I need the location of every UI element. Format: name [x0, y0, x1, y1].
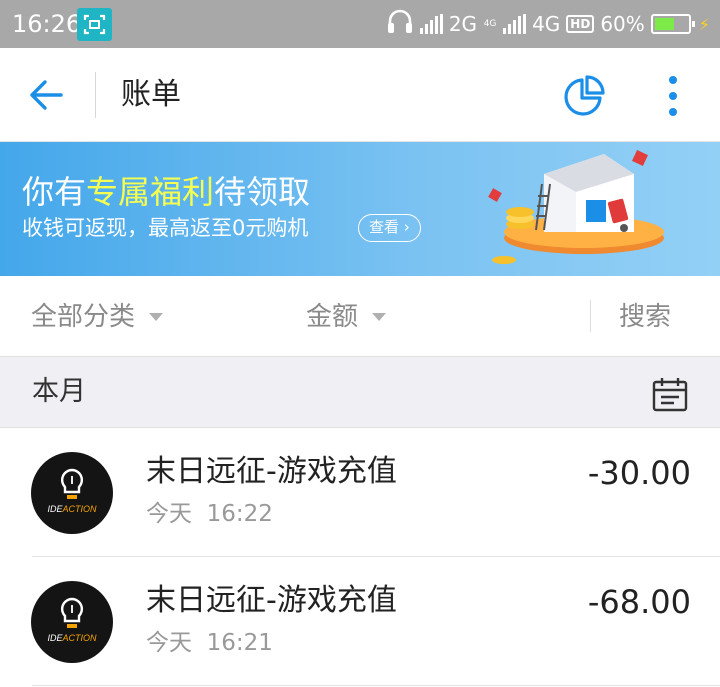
network-2g: 2G: [448, 12, 478, 36]
status-time: 16:26: [12, 10, 82, 38]
battery-icon: [650, 14, 695, 34]
banner-illustration: [484, 144, 720, 274]
transaction-time: 今天 16:21: [146, 630, 273, 656]
calendar-icon[interactable]: [652, 376, 688, 412]
signal-icon-2: [503, 14, 527, 34]
month-label: 本月: [32, 376, 86, 407]
transaction-row[interactable]: IDEACTION 末日远征-游戏充值 今天 16:21 -68.00: [0, 557, 720, 686]
app-header: 账单: [0, 48, 720, 142]
filter-bar: 全部分类 金额 搜索: [0, 276, 720, 356]
headphones-icon: [386, 9, 414, 40]
category-filter[interactable]: 全部分类: [31, 300, 164, 334]
banner-title: 你有专属福利待领取: [22, 173, 311, 211]
screenshot-icon: [77, 8, 112, 41]
transaction-row[interactable]: IDEACTION 末日远征-游戏充值 今天 16:22 -30.00: [0, 428, 720, 557]
battery-percent: 60%: [600, 12, 645, 36]
network-4g-small: 4G: [483, 18, 497, 29]
charging-icon: ⚡: [698, 14, 710, 34]
transaction-time: 今天 16:22: [146, 501, 273, 527]
header-divider: [95, 72, 96, 118]
search-button[interactable]: 搜索: [619, 300, 671, 334]
transaction-amount: -30.00: [587, 454, 691, 492]
transaction-title: 末日远征-游戏充值: [146, 454, 397, 489]
page-title: 账单: [121, 77, 181, 112]
transaction-list: IDEACTION 末日远征-游戏充值 今天 16:22 -30.00 IDEA…: [0, 428, 720, 686]
signal-icon: [419, 14, 443, 34]
banner-highlight: 专属福利: [86, 173, 215, 211]
status-bar: 16:26 2G 4G 4G HD 60% ⚡: [0, 0, 720, 48]
filter-divider: [590, 300, 591, 332]
amount-filter[interactable]: 金额: [306, 300, 387, 334]
hd-icon: HD: [566, 15, 595, 33]
banner-view-button[interactable]: 查看 ›: [358, 214, 421, 242]
merchant-brand: IDEACTION: [47, 504, 97, 514]
pie-chart-icon[interactable]: [563, 75, 605, 117]
merchant-avatar: IDEACTION: [31, 452, 113, 534]
transaction-title: 末日远征-游戏充值: [146, 583, 397, 618]
caret-down-icon: [149, 313, 164, 321]
promo-banner[interactable]: 你有专属福利待领取 收钱可返现，最高返至0元购机 查看 ›: [0, 142, 720, 276]
status-right: 2G 4G 4G HD 60% ⚡: [386, 9, 710, 39]
caret-down-icon: [372, 313, 387, 321]
more-vertical-icon[interactable]: [662, 74, 684, 118]
merchant-brand: IDEACTION: [47, 633, 97, 643]
bill-page: 16:26 2G 4G 4G HD 60% ⚡ 账单 你有专属福利待领取 收钱可…: [0, 0, 720, 687]
month-section-header: 本月: [0, 356, 720, 428]
network-4g: 4G: [532, 12, 561, 36]
merchant-avatar: IDEACTION: [31, 581, 113, 663]
transaction-amount: -68.00: [587, 583, 691, 621]
back-arrow-icon[interactable]: [28, 78, 64, 112]
banner-subtitle: 收钱可返现，最高返至0元购机: [22, 216, 309, 240]
